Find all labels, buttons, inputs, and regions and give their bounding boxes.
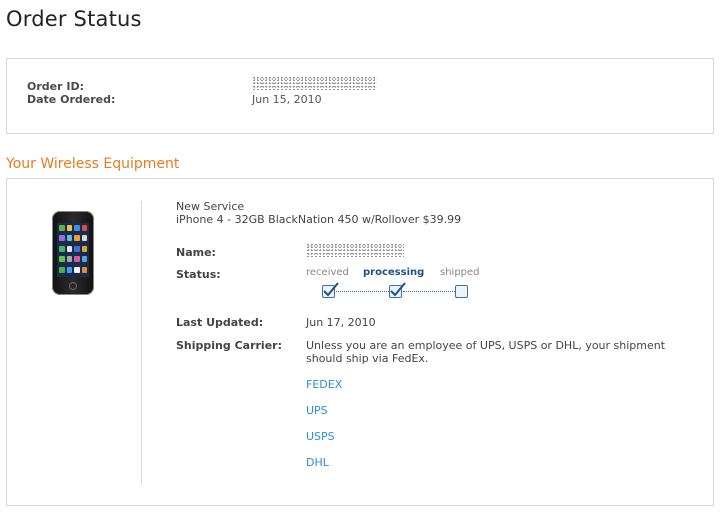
status-label: Status: [176, 268, 221, 281]
status-progress-line-1 [336, 291, 389, 292]
status-step-received-label: received [306, 267, 349, 278]
name-label: Name: [176, 246, 216, 259]
carrier-link-fedex[interactable]: FEDEX [306, 378, 342, 391]
name-value-redacted [306, 243, 404, 257]
order-id-value-redacted [252, 76, 377, 90]
status-step-shipped-checkbox [455, 285, 468, 298]
section-heading-wireless-equipment: Your Wireless Equipment [6, 156, 180, 172]
phone-home-button [69, 282, 77, 290]
shipping-carrier-label: Shipping Carrier: [176, 339, 282, 352]
equipment-box: New Service iPhone 4 - 32GB BlackNation … [6, 178, 714, 506]
status-step-processing-checkbox [389, 282, 406, 298]
carrier-link-dhl[interactable]: DHL [306, 456, 329, 469]
checkmark-icon [390, 282, 406, 297]
service-type: New Service [176, 200, 245, 213]
order-id-label: Order ID: [27, 80, 84, 93]
product-description: iPhone 4 - 32GB BlackNation 450 w/Rollov… [176, 213, 462, 226]
vertical-divider [141, 201, 142, 485]
status-step-received-checkbox [322, 282, 339, 298]
phone-screen [57, 223, 89, 277]
carrier-link-ups[interactable]: UPS [306, 404, 328, 417]
last-updated-label: Last Updated: [176, 316, 264, 329]
status-progress-line-2 [403, 291, 455, 292]
order-summary-box: Order ID: Date Ordered: Jun 15, 2010 [6, 58, 714, 134]
page-title: Order Status [6, 7, 142, 31]
iphone-image [52, 211, 94, 295]
last-updated-value: Jun 17, 2010 [306, 316, 376, 329]
status-step-processing-label: processing [363, 267, 425, 278]
carrier-link-usps[interactable]: USPS [306, 430, 335, 443]
date-ordered-value: Jun 15, 2010 [252, 93, 322, 106]
shipping-carrier-note: Unless you are an employee of UPS, USPS … [306, 339, 666, 365]
status-step-shipped-label: shipped [440, 267, 480, 278]
date-ordered-label: Date Ordered: [27, 93, 116, 106]
checkmark-icon [323, 282, 339, 297]
